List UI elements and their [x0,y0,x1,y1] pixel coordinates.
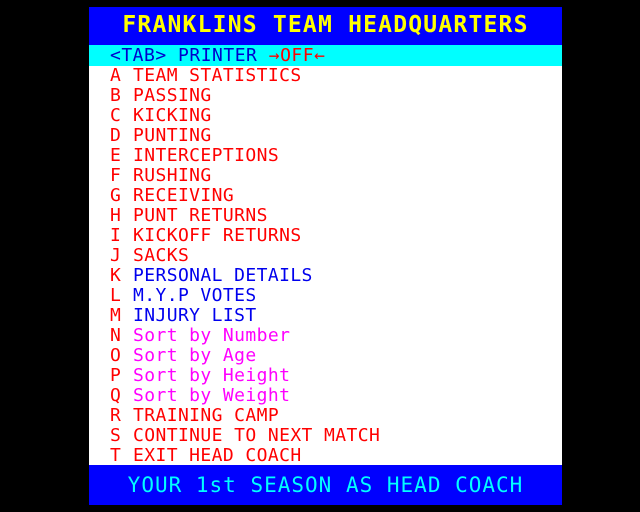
menu-item-key: Q [110,385,122,406]
menu-item-c[interactable]: C KICKING [89,106,562,126]
menu-item-d[interactable]: D PUNTING [89,126,562,146]
menu-item-key: E [110,145,122,166]
menu-item-o[interactable]: O Sort by Age [89,346,562,366]
menu-item-key: K [110,265,122,286]
printer-label: PRINTER [178,45,258,66]
menu-list: A TEAM STATISTICS B PASSING C KICKING D PUNTING… [89,66,562,466]
menu-item-label: PUNTING [133,125,212,146]
menu-item-label: CONTINUE TO NEXT MATCH [133,425,381,446]
menu-item-key: H [110,205,122,226]
menu-item-label: PUNT RETURNS [133,205,268,226]
menu-item-key: A [110,65,122,86]
menu-item-label: PERSONAL DETAILS [133,265,313,286]
menu-item-label: INTERCEPTIONS [133,145,280,166]
menu-item-label: RECEIVING [133,185,235,206]
title-bar: FRANKLINS TEAM HEADQUARTERS [89,7,562,45]
menu-item-label: KICKING [133,105,212,126]
menu-item-label: M.Y.P VOTES [133,285,257,306]
menu-item-k[interactable]: K PERSONAL DETAILS [89,266,562,286]
menu-item-f[interactable]: F RUSHING [89,166,562,186]
headquarters-panel: FRANKLINS TEAM HEADQUARTERS <TAB> PRINTE… [89,7,562,505]
menu-item-j[interactable]: J SACKS [89,246,562,266]
menu-item-label: KICKOFF RETURNS [133,225,302,246]
menu-item-a[interactable]: A TEAM STATISTICS [89,66,562,86]
menu-item-t[interactable]: T EXIT HEAD COACH [89,446,562,466]
menu-item-key: G [110,185,122,206]
menu-item-key: C [110,105,122,126]
printer-spacer-1 [167,45,178,66]
menu-item-key: T [110,445,122,466]
menu-item-key: P [110,365,122,386]
game-screen: FRANKLINS TEAM HEADQUARTERS <TAB> PRINTE… [0,0,640,512]
menu-item-label: Sort by Number [133,325,291,346]
menu-item-n[interactable]: N Sort by Number [89,326,562,346]
arrow-left-icon: ← [314,45,326,66]
menu-item-label: TRAINING CAMP [133,405,280,426]
menu-item-label: PASSING [133,85,212,106]
printer-toggle-row[interactable]: <TAB> PRINTER →OFF← [89,45,562,66]
printer-state-value[interactable]: OFF [280,45,314,66]
menu-item-key: J [110,245,122,266]
menu-item-g[interactable]: G RECEIVING [89,186,562,206]
menu-item-label: SACKS [133,245,190,266]
menu-item-key: S [110,425,122,446]
tab-key-label: <TAB> [110,45,167,66]
menu-item-key: R [110,405,122,426]
menu-item-e[interactable]: E INTERCEPTIONS [89,146,562,166]
menu-item-key: O [110,345,122,366]
menu-item-label: RUSHING [133,165,212,186]
menu-item-label: Sort by Weight [133,385,291,406]
menu-item-q[interactable]: Q Sort by Weight [89,386,562,406]
menu-item-b[interactable]: B PASSING [89,86,562,106]
menu-item-m[interactable]: M INJURY LIST [89,306,562,326]
menu-item-label: INJURY LIST [133,305,257,326]
menu-item-label: TEAM STATISTICS [133,65,302,86]
season-status-text: YOUR 1st SEASON AS HEAD COACH [127,473,524,497]
menu-item-s[interactable]: S CONTINUE TO NEXT MATCH [89,426,562,446]
menu-item-i[interactable]: I KICKOFF RETURNS [89,226,562,246]
status-bar: YOUR 1st SEASON AS HEAD COACH [89,465,562,505]
menu-item-key: I [110,225,122,246]
menu-item-label: EXIT HEAD COACH [133,445,302,466]
menu-item-h[interactable]: H PUNT RETURNS [89,206,562,226]
menu-item-key: B [110,85,122,106]
menu-item-key: D [110,125,122,146]
menu-item-r[interactable]: R TRAINING CAMP [89,406,562,426]
menu-item-key: N [110,325,122,346]
menu-item-key: L [110,285,122,306]
menu-item-p[interactable]: P Sort by Height [89,366,562,386]
menu-item-l[interactable]: L M.Y.P VOTES [89,286,562,306]
menu-item-label: Sort by Age [133,345,257,366]
menu-item-key: F [110,165,122,186]
printer-spacer-2 [257,45,268,66]
menu-item-label: Sort by Height [133,365,291,386]
page-title: FRANKLINS TEAM HEADQUARTERS [122,12,529,38]
arrow-right-icon: → [268,45,281,66]
printer-toggle-inner: <TAB> PRINTER →OFF← [110,45,325,66]
menu-item-key: M [110,305,122,326]
